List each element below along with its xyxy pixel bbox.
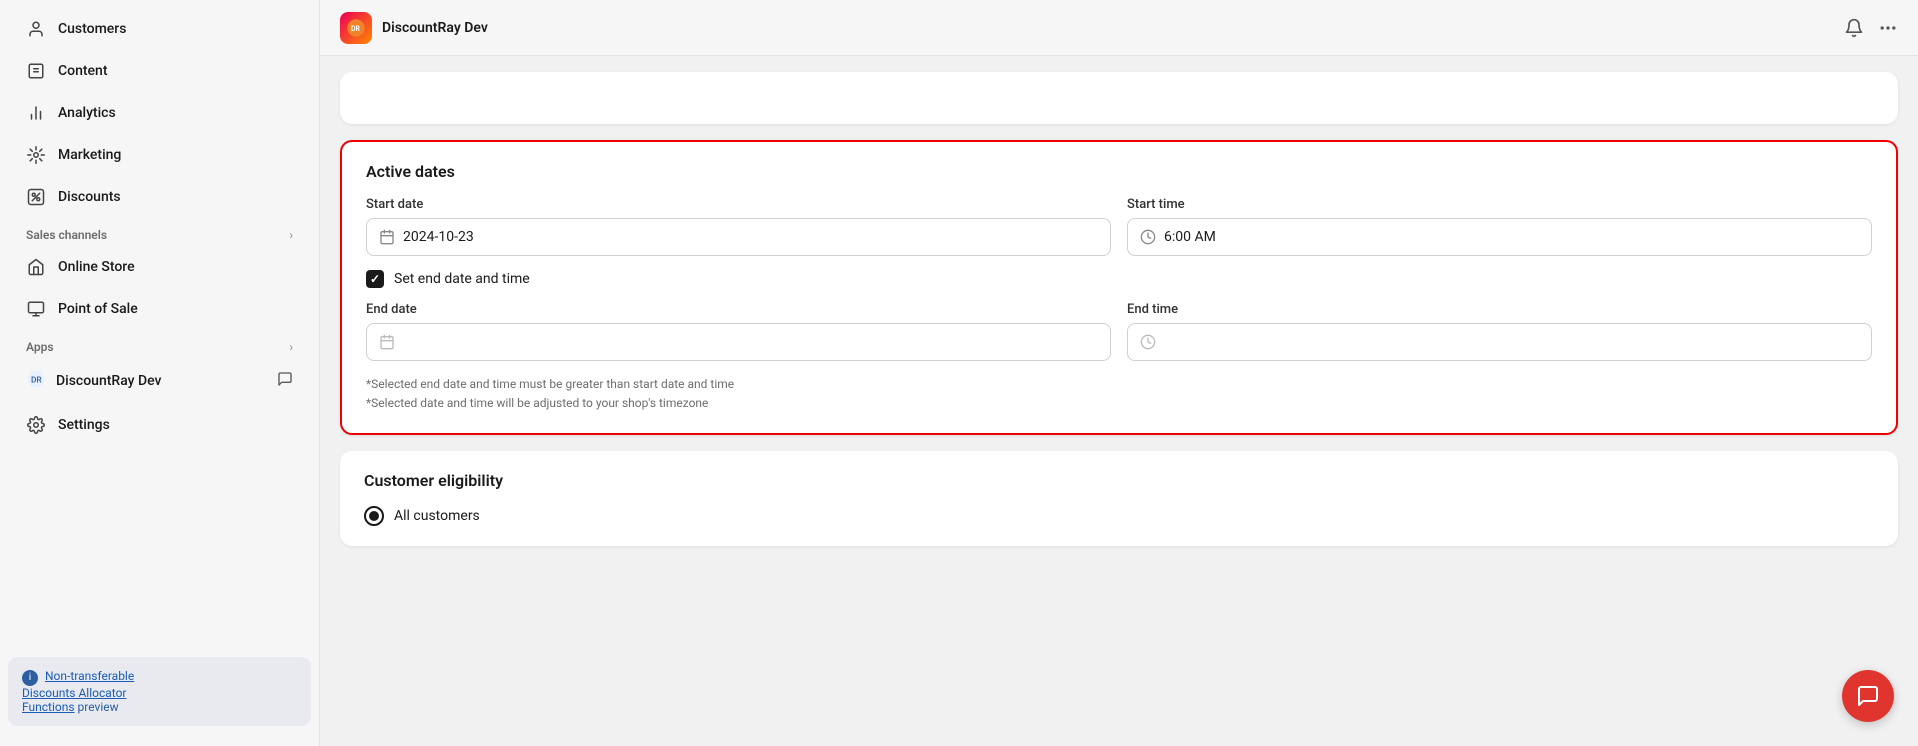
apps-chevron: › (289, 340, 293, 354)
marketing-icon (26, 145, 46, 165)
set-end-checkbox[interactable]: ✓ (366, 270, 384, 288)
end-time-field: End time (1127, 302, 1872, 361)
set-end-date-row[interactable]: ✓ Set end date and time (366, 270, 1872, 288)
topbar-title: DiscountRay Dev (382, 20, 488, 36)
end-time-label: End time (1127, 302, 1872, 317)
topbar: DR DiscountRay Dev (320, 0, 1918, 56)
svg-text:DR: DR (31, 375, 42, 385)
eligibility-title: Customer eligibility (364, 471, 1874, 490)
discountray-icon: DR (26, 369, 46, 393)
sidebar-item-settings[interactable]: Settings (8, 405, 311, 445)
hint-1: *Selected end date and time must be grea… (366, 375, 1872, 394)
clock-icon (1140, 229, 1156, 245)
all-customers-option[interactable]: All customers (364, 506, 1874, 526)
discounts-label: Discounts (58, 189, 121, 205)
analytics-label: Analytics (58, 105, 116, 121)
customers-icon (26, 19, 46, 39)
start-time-value: 6:00 AM (1164, 229, 1216, 245)
content-area[interactable]: Active dates Start date 2024-10-23 (320, 56, 1918, 746)
chat-button[interactable] (1842, 670, 1894, 722)
sidebar-item-discountray-dev[interactable]: DR DiscountRay Dev (8, 359, 311, 403)
footer-info-card: i Non-transferableDiscounts AllocatorFun… (8, 657, 311, 726)
more-options-button[interactable] (1878, 18, 1898, 38)
topbar-logo: DR (340, 12, 372, 44)
customers-label: Customers (58, 21, 126, 37)
hint-2: *Selected date and time will be adjusted… (366, 394, 1872, 413)
content-label: Content (58, 63, 108, 79)
content-icon (26, 61, 46, 81)
end-calendar-icon (379, 334, 395, 350)
apps-section[interactable]: Apps › (0, 330, 319, 358)
end-date-input[interactable] (366, 323, 1111, 361)
settings-label: Settings (58, 417, 110, 433)
point-of-sale-label: Point of Sale (58, 301, 138, 317)
sidebar-footer: i Non-transferableDiscounts AllocatorFun… (0, 645, 319, 738)
top-stub-card (340, 72, 1898, 124)
svg-text:DR: DR (351, 25, 360, 33)
online-store-icon (26, 257, 46, 277)
discounts-icon (26, 187, 46, 207)
online-store-label: Online Store (58, 259, 135, 275)
active-dates-title: Active dates (366, 162, 1872, 181)
end-fields-grid: End date End time (366, 302, 1872, 361)
sidebar-item-discounts[interactable]: Discounts (8, 177, 311, 217)
customer-eligibility-card: Customer eligibility All customers (340, 451, 1898, 546)
sidebar-item-content[interactable]: Content (8, 51, 311, 91)
sales-channels-section[interactable]: Sales channels › (0, 218, 319, 246)
sidebar-item-analytics[interactable]: Analytics (8, 93, 311, 133)
sales-channels-chevron: › (289, 228, 293, 242)
analytics-icon (26, 103, 46, 123)
start-fields-grid: Start date 2024-10-23 Start time (366, 197, 1872, 256)
sidebar-item-online-store[interactable]: Online Store (8, 247, 311, 287)
card-wrapper: Active dates Start date 2024-10-23 (320, 56, 1918, 562)
discountray-pin-icon (277, 371, 293, 391)
checkmark-icon: ✓ (370, 272, 380, 286)
end-clock-icon (1140, 334, 1156, 350)
active-dates-card: Active dates Start date 2024-10-23 (340, 140, 1898, 435)
notifications-button[interactable] (1844, 18, 1864, 38)
start-time-input[interactable]: 6:00 AM (1127, 218, 1872, 256)
sidebar-item-point-of-sale[interactable]: Point of Sale (8, 289, 311, 329)
end-date-field: End date (366, 302, 1111, 361)
start-date-input[interactable]: 2024-10-23 (366, 218, 1111, 256)
end-time-input[interactable] (1127, 323, 1872, 361)
start-time-field: Start time 6:00 AM (1127, 197, 1872, 256)
end-date-label: End date (366, 302, 1111, 317)
start-date-label: Start date (366, 197, 1111, 212)
calendar-icon (379, 229, 395, 245)
start-time-label: Start time (1127, 197, 1872, 212)
settings-icon (26, 415, 46, 435)
discountray-label: DiscountRay Dev (56, 373, 162, 389)
start-date-field: Start date 2024-10-23 (366, 197, 1111, 256)
hint-text: *Selected end date and time must be grea… (366, 375, 1872, 413)
marketing-label: Marketing (58, 147, 121, 163)
main-area: DR DiscountRay Dev Active dates (320, 0, 1918, 746)
sidebar: Customers Content Analytics Marketing Di… (0, 0, 320, 746)
info-icon: i (22, 670, 38, 686)
all-customers-radio[interactable] (364, 506, 384, 526)
set-end-label: Set end date and time (394, 271, 530, 287)
all-customers-label: All customers (394, 508, 480, 524)
sidebar-item-customers[interactable]: Customers (8, 9, 311, 49)
start-date-value: 2024-10-23 (403, 229, 474, 245)
point-of-sale-icon (26, 299, 46, 319)
radio-selected-indicator (369, 511, 379, 521)
sidebar-item-marketing[interactable]: Marketing (8, 135, 311, 175)
